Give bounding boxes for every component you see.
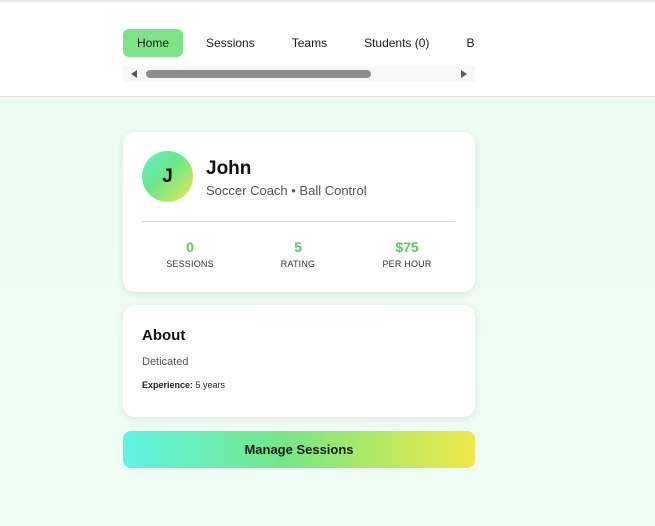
about-title: About: [142, 327, 186, 344]
coach-name: John: [206, 158, 252, 179]
experience-label: Experience:: [142, 380, 194, 390]
scroll-left-arrow-icon[interactable]: [131, 70, 137, 78]
stat-rating-label: RATING: [280, 259, 316, 269]
avatar-initial: J: [162, 165, 173, 187]
tab-home[interactable]: Home: [123, 29, 184, 57]
divider: [142, 221, 455, 222]
tabs-row: Home Sessions Teams Students (0) Book: [123, 27, 475, 59]
coach-subtitle: Soccer Coach • Ball Control: [206, 183, 367, 198]
stat-per-hour-value: $75: [395, 239, 419, 255]
tab-teams[interactable]: Teams: [278, 29, 341, 57]
stat-sessions: 0 SESSIONS: [140, 239, 240, 269]
stat-sessions-value: 0: [186, 239, 194, 255]
stat-per-hour: $75 PER HOUR: [357, 239, 457, 269]
experience-value: 5 years: [195, 380, 226, 390]
tab-students[interactable]: Students (0): [350, 29, 443, 57]
tab-book[interactable]: Book: [452, 29, 475, 57]
about-card: About Deticated Experience: 5 years: [123, 305, 475, 417]
tab-sessions[interactable]: Sessions: [192, 29, 269, 57]
manage-sessions-button[interactable]: Manage Sessions: [123, 431, 475, 468]
experience-line: Experience: 5 years: [142, 380, 225, 390]
stat-sessions-label: SESSIONS: [166, 259, 214, 269]
header-nav: Home Sessions Teams Students (0) Book: [0, 2, 655, 97]
profile-card: J John Soccer Coach • Ball Control 0 SES…: [123, 132, 475, 292]
tabs-scrollbar[interactable]: [123, 66, 475, 82]
scroll-right-arrow-icon[interactable]: [461, 70, 467, 78]
stat-rating: 5 RATING: [248, 239, 348, 269]
scrollbar-thumb[interactable]: [146, 70, 371, 78]
about-text: Deticated: [142, 356, 189, 368]
manage-sessions-label: Manage Sessions: [244, 442, 354, 457]
tabs-viewport: Home Sessions Teams Students (0) Book: [123, 27, 475, 59]
stat-rating-value: 5: [294, 239, 302, 255]
avatar: J: [142, 151, 193, 202]
stat-per-hour-label: PER HOUR: [382, 259, 432, 269]
